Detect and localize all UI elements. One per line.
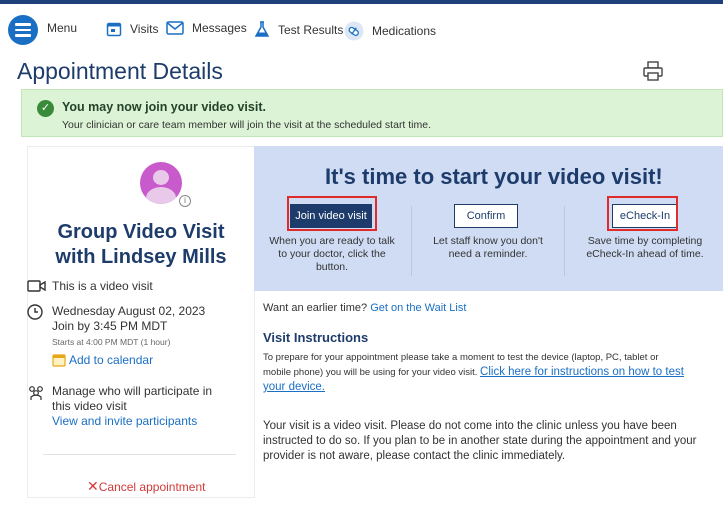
participants-text-1: Manage who will participate in	[52, 384, 213, 398]
check-circle-icon: ✓	[37, 100, 54, 117]
view-invite-participants-link[interactable]: View and invite participants	[52, 414, 197, 429]
nav-test-results[interactable]: Test Results	[254, 21, 343, 38]
avatar[interactable]	[140, 162, 182, 204]
column-separator	[564, 206, 565, 276]
visits-icon	[106, 22, 122, 37]
nav-visits-label: Visits	[130, 22, 159, 36]
join-highlight-box	[287, 196, 377, 231]
instructions-heading: Visit Instructions	[263, 330, 369, 345]
notice-line-2: instructed to do so. If you plan to be i…	[263, 435, 697, 447]
echeckin-desc-1: Save time by completing	[587, 235, 703, 247]
video-visit-notice: Your visit is a video visit. Please do n…	[263, 419, 723, 464]
nav-test-results-label: Test Results	[278, 22, 344, 37]
wait-list-link[interactable]: Get on the Wait List	[370, 302, 466, 314]
instructions-line-1: To prepare for your appointment please t…	[263, 352, 659, 363]
nav-messages[interactable]: Messages	[166, 21, 247, 35]
print-icon[interactable]	[642, 60, 664, 82]
instructions-text: To prepare for your appointment please t…	[263, 351, 721, 394]
instructions-line-2: mobile phone) you will be using for your…	[263, 367, 478, 378]
success-banner: ✓ You may now join your video visit. You…	[21, 89, 723, 137]
visit-name-line1: Group Video Visit	[57, 221, 225, 243]
test-results-icon	[254, 21, 270, 37]
echeckin-highlight-box	[607, 196, 678, 231]
menu-label[interactable]: Menu	[47, 21, 77, 35]
nav-messages-label: Messages	[192, 21, 247, 35]
join-desc-1: When you are ready to talk	[269, 235, 395, 247]
echeckin-desc-2: eCheck-In ahead of time.	[586, 248, 704, 260]
column-separator	[411, 206, 412, 276]
video-camera-icon	[27, 280, 46, 292]
page-title: Appointment Details	[17, 58, 223, 84]
info-icon[interactable]: i	[179, 195, 191, 207]
nav-medications[interactable]: Medications	[344, 21, 436, 41]
confirm-button[interactable]: Confirm	[454, 204, 518, 228]
device-test-link[interactable]: Click here for instructions on how to te…	[480, 366, 684, 378]
device-test-link-cont[interactable]: your device.	[263, 380, 721, 394]
hero-title: It's time to start your video visit!	[325, 164, 663, 189]
visit-name-line2: with Lindsey Mills	[55, 246, 227, 268]
earlier-time-text: Want an earlier time?	[263, 302, 368, 314]
add-to-calendar-link[interactable]: Add to calendar	[69, 353, 153, 368]
visit-name: Group Video Visit with Lindsey Mills	[30, 220, 252, 270]
banner-title: You may now join your video visit.	[62, 100, 266, 114]
cancel-appointment-button[interactable]: ✕Cancel appointment	[87, 478, 205, 495]
visit-join-by: Join by 3:45 PM MDT	[52, 319, 168, 333]
calendar-icon	[52, 354, 66, 367]
cancel-x-icon: ✕	[87, 478, 99, 494]
visit-type: This is a video visit	[52, 279, 153, 293]
confirm-desc-2: need a reminder.	[448, 248, 528, 260]
join-description: When you are ready to talk to your docto…	[258, 235, 406, 274]
echeckin-description: Save time by completing eCheck-In ahead …	[570, 235, 720, 261]
visit-date: Wednesday August 02, 2023	[52, 304, 206, 318]
cancel-appointment-label: Cancel appointment	[98, 480, 206, 494]
confirm-desc-1: Let staff know you don't	[433, 235, 543, 247]
messages-icon	[166, 21, 184, 35]
divider	[43, 454, 236, 455]
menu-icon[interactable]	[8, 15, 38, 45]
medications-icon	[344, 21, 364, 41]
participants-icon	[29, 386, 43, 400]
confirm-description: Let staff know you don't need a reminder…	[416, 235, 560, 261]
clock-icon	[27, 304, 43, 320]
participants-text-2: this video visit	[52, 399, 127, 413]
join-desc-3: button.	[315, 261, 349, 273]
earlier-time-row: Want an earlier time? Get on the Wait Li…	[263, 302, 466, 314]
nav-medications-label: Medications	[372, 24, 437, 38]
banner-subtitle: Your clinician or care team member will …	[62, 119, 432, 131]
top-nav: Menu Visits Messages Test Results Medica…	[0, 4, 723, 48]
visit-starts: Starts at 4:00 PM MDT (1 hour)	[52, 337, 171, 347]
nav-visits[interactable]: Visits	[106, 21, 158, 37]
notice-line-1: Your visit is a video visit. Please do n…	[263, 420, 677, 432]
notice-line-3: provider is not aware, please contact th…	[263, 450, 566, 462]
join-desc-2: to your doctor, click the	[278, 248, 386, 260]
